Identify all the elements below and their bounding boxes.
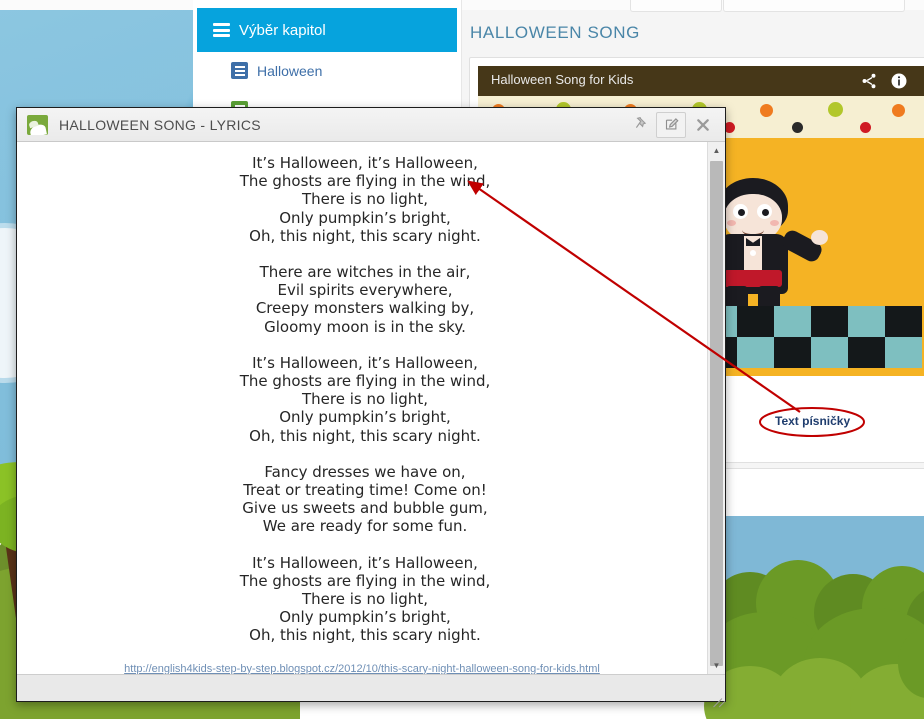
lyrics-line: Fancy dresses we have on, — [264, 462, 466, 481]
dialog-scrollbar[interactable]: ▲ ▼ — [707, 142, 725, 674]
lyrics-line: We are ready for some fun. — [262, 517, 468, 536]
dialog-title: HALLOWEEN SONG - LYRICS — [59, 116, 261, 133]
lyrics-line: It’s Halloween, it’s Halloween, — [252, 154, 478, 172]
document-icon — [231, 62, 248, 79]
lyrics-stanza: Fancy dresses we have on, Treat or treati… — [17, 463, 707, 536]
lyrics-line: The ghosts are flying in the wind, — [239, 571, 491, 590]
lyrics-stanza: It’s Halloween, it’s Halloween, The ghost… — [17, 554, 707, 645]
lyrics-line: There is no light, — [302, 190, 428, 209]
annotation-callout-label: Text písničky — [775, 414, 851, 428]
lyrics-line: There are witches in the air, — [259, 263, 471, 282]
lyrics-line: Oh, this night, this scary night. — [249, 426, 481, 445]
dialog-window-buttons — [625, 111, 717, 138]
close-icon[interactable] — [689, 113, 717, 137]
lyrics-line: Only pumpkin’s bright, — [279, 408, 451, 427]
sidebar-item-label: Halloween — [257, 62, 323, 79]
lyrics-line: There is no light, — [302, 390, 428, 409]
sidebar-header[interactable]: Výběr kapitol — [197, 8, 457, 52]
lyrics-line: The ghosts are flying in the wind, — [239, 172, 491, 191]
tab-2[interactable] — [723, 0, 905, 12]
green-folder-icon — [27, 114, 48, 135]
dialog-body: It’s Halloween, it’s Halloween, The ghost… — [17, 142, 725, 674]
lyrics-dialog-window[interactable]: HALLOWEEN SONG - LYRICS It’s Halloween, … — [16, 107, 726, 708]
dialog-footer — [17, 674, 726, 708]
lyrics-line: The ghosts are flying in the wind, — [239, 372, 491, 391]
lyrics-line: There is no light, — [302, 590, 428, 609]
info-icon[interactable] — [890, 72, 908, 95]
scroll-down-arrow-icon[interactable]: ▼ — [708, 657, 725, 674]
lyrics-line: Gloomy moon is in the sky. — [264, 317, 466, 336]
lyrics-source-link[interactable]: http://english4kids-step-by-step.blogspo… — [17, 663, 707, 674]
lyrics-line: Only pumpkin’s bright, — [279, 608, 451, 627]
browser-tabstrip — [0, 0, 924, 12]
lyrics-line: Creepy monsters walking by, — [255, 299, 475, 318]
scroll-up-arrow-icon[interactable]: ▲ — [708, 142, 725, 159]
resize-grip[interactable] — [710, 687, 726, 708]
page-title: HALLOWEEN SONG — [470, 23, 640, 42]
lyrics-line: Give us sweets and bubble gum, — [242, 499, 488, 518]
scrollbar-thumb[interactable] — [710, 161, 723, 666]
lyrics-content: It’s Halloween, it’s Halloween, The ghost… — [17, 142, 707, 674]
sidebar-header-label: Výběr kapitol — [239, 21, 326, 39]
tab-1[interactable] — [630, 0, 722, 12]
share-icon[interactable] — [860, 72, 878, 95]
pin-icon[interactable] — [625, 113, 653, 137]
lyrics-line: It’s Halloween, it’s Halloween, — [252, 553, 478, 572]
lyrics-line: It’s Halloween, it’s Halloween, — [252, 353, 478, 372]
lyrics-stanza: It’s Halloween, it’s Halloween, The ghost… — [17, 154, 707, 245]
lyrics-line: Oh, this night, this scary night. — [249, 226, 481, 245]
lyrics-line: Treat or treating time! Come on! — [243, 481, 487, 500]
video-title: Halloween Song for Kids — [491, 72, 634, 87]
lyrics-line: Oh, this night, this scary night. — [249, 626, 481, 645]
lyrics-stanza: There are witches in the air, Evil spirit… — [17, 263, 707, 336]
edit-icon[interactable] — [656, 111, 686, 138]
dialog-title-bar[interactable]: HALLOWEEN SONG - LYRICS — [17, 108, 725, 142]
lyrics-stanza: It’s Halloween, it’s Halloween, The ghost… — [17, 354, 707, 445]
lyrics-line: Evil spirits everywhere, — [277, 281, 453, 300]
background-sky-right — [700, 516, 924, 719]
list-icon — [213, 23, 230, 37]
lyrics-line: Only pumpkin’s bright, — [279, 208, 451, 227]
sidebar-item-halloween[interactable]: Halloween — [231, 62, 322, 79]
